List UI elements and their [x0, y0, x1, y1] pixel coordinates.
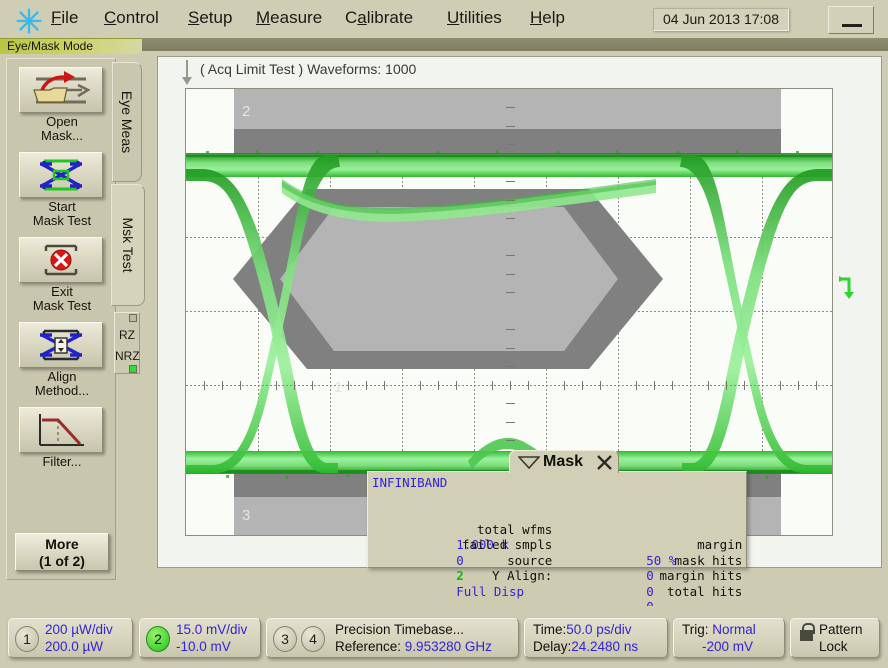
eye-mask-mode-tab[interactable]: Eye/Mask Mode — [0, 38, 142, 54]
start-mask-test-label-1: Start — [48, 199, 76, 214]
chevron-down-icon[interactable] — [517, 456, 541, 474]
tab-msk-test-label: Msk Test — [120, 217, 136, 273]
y-align-value: Full Disp — [456, 583, 524, 599]
status-bar: 1 200 µW/div 200.0 µW 2 15.0 mV/div -10.… — [0, 606, 888, 668]
tab-eye-meas[interactable]: Eye Meas — [112, 62, 142, 182]
menu-help[interactable]: Help — [530, 8, 565, 28]
reference-value: 9.953280 GHz — [404, 639, 492, 654]
minimize-icon — [842, 24, 862, 27]
padlock-icon — [800, 623, 815, 641]
align-method-label-2: Method... — [34, 383, 90, 398]
nrz-label: NRZ — [115, 349, 140, 363]
channel-marker-2: 2 — [242, 103, 251, 120]
channel-1-badge[interactable]: 1 — [15, 626, 39, 652]
more-label-1: More — [45, 536, 79, 552]
tab-eye-meas-label: Eye Meas — [119, 90, 135, 154]
channel-marker-1: 1 — [334, 379, 343, 396]
rz-option[interactable]: RZ — [115, 313, 139, 343]
channel-4-badge[interactable]: 4 — [301, 626, 325, 652]
time-value: 50.0 ps/div — [566, 622, 632, 637]
center-horizontal-axis — [186, 385, 832, 386]
tab-msk-test[interactable]: Msk Test — [111, 184, 145, 306]
more-label-2: (1 of 2) — [39, 553, 85, 569]
time-delay-box[interactable]: Time:50.0 ps/div Delay:24.2480 ns — [524, 618, 668, 658]
mask-panel-header[interactable]: Mask — [509, 450, 619, 473]
channel-1-offset: 200.0 µW — [45, 639, 104, 654]
acquisition-status-label: ( Acq Limit Test ) Waveforms: 1000 — [200, 61, 417, 77]
oscilloscope-app: File Control Setup Measure Calibrate Uti… — [0, 0, 888, 668]
delay-value: 24.2480 ns — [571, 639, 639, 654]
filter-label: Filter... — [42, 454, 82, 469]
align-method-eye-icon — [40, 329, 82, 361]
exit-mask-test-stop-icon — [44, 244, 78, 276]
nrz-option[interactable]: NRZ — [115, 343, 140, 373]
rz-led-icon — [129, 314, 137, 322]
pattern-lock-label-2: Lock — [819, 639, 848, 654]
agilent-star-icon — [14, 6, 44, 36]
rz-nrz-selector: RZ NRZ — [114, 312, 140, 374]
trig-level: -200 mV — [702, 639, 754, 654]
mode-ribbon-bar — [142, 38, 888, 51]
channel-1-scale: 200 µW/div — [45, 622, 113, 637]
align-method-button[interactable] — [19, 322, 103, 368]
pattern-lock-label-1: Pattern — [819, 622, 863, 637]
menu-calibrate[interactable]: Calibrate — [345, 8, 413, 28]
minimize-button[interactable] — [828, 6, 874, 34]
mask-panel-title: Mask — [543, 453, 584, 470]
exit-mask-test-label-1: Exit — [51, 284, 73, 299]
channel-2-offset: -10.0 mV — [176, 639, 231, 654]
trigger-position-arrow-icon — [180, 60, 194, 86]
total-hits-label: total hits — [667, 583, 743, 599]
start-mask-test-button[interactable] — [19, 152, 103, 198]
close-icon[interactable] — [597, 455, 612, 475]
trig-mode: Normal — [712, 622, 756, 637]
date-time-display: 04 Jun 2013 17:08 — [653, 8, 789, 31]
mask-results-panel: Mask INFINIBAND total wfms 1.000 k margi… — [367, 450, 747, 614]
time-label: Time: — [533, 622, 567, 637]
filter-button[interactable] — [19, 407, 103, 453]
timebase-box[interactable]: 3 4 Precision Timebase... Reference: 9.9… — [266, 618, 519, 658]
menu-control[interactable]: Control — [104, 8, 159, 28]
menu-bar: File Control Setup Measure Calibrate Uti… — [0, 0, 888, 40]
channel-2-box[interactable]: 2 15.0 mV/div -10.0 mV — [139, 618, 261, 658]
align-method-label-1: Align — [47, 369, 77, 384]
reference-label: Reference: — [335, 639, 405, 654]
trig-label: Trig: — [682, 622, 713, 637]
y-align-label: Y Align: — [492, 568, 553, 583]
start-mask-test-label-2: Mask Test — [32, 213, 92, 228]
open-mask-folder-icon — [33, 71, 91, 104]
eye-mask-mode-label: Eye/Mask Mode — [7, 39, 94, 53]
rz-label: RZ — [119, 328, 135, 342]
channel-1-box[interactable]: 1 200 µW/div 200.0 µW — [8, 618, 133, 658]
nrz-led-icon — [129, 365, 137, 373]
open-mask-label-1: Open — [46, 114, 78, 129]
menu-utilities[interactable]: Utilities — [447, 8, 502, 28]
channel-2-scale: 15.0 mV/div — [176, 622, 248, 637]
menu-file[interactable]: File — [51, 8, 78, 28]
pattern-lock-box[interactable]: Pattern Lock — [790, 618, 880, 658]
open-mask-label-2: Mask... — [41, 128, 83, 143]
menu-setup[interactable]: Setup — [188, 8, 232, 28]
channel-3-badge[interactable]: 3 — [273, 626, 297, 652]
left-tool-panel: Open Mask... Start Mask Test Exit Mask T… — [6, 58, 116, 580]
mask-results-content: INFINIBAND total wfms 1.000 k margin 50 … — [372, 475, 743, 614]
precision-timebase-label: Precision Timebase... — [335, 622, 465, 637]
channel-marker-3: 3 — [242, 507, 251, 524]
delay-label: Delay: — [533, 639, 572, 654]
trigger-box[interactable]: Trig: Normal -200 mV — [673, 618, 785, 658]
filter-response-icon — [39, 414, 84, 446]
mask-standard: INFINIBAND — [372, 475, 448, 490]
more-button[interactable]: More (1 of 2) — [15, 533, 109, 571]
channel-2-badge[interactable]: 2 — [146, 626, 170, 652]
start-mask-test-eye-icon — [40, 159, 82, 191]
open-mask-button[interactable] — [19, 67, 103, 113]
exit-mask-test-label-2: Mask Test — [32, 298, 92, 313]
menu-measure[interactable]: Measure — [256, 8, 322, 28]
exit-mask-test-button[interactable] — [19, 237, 103, 283]
channel-position-arrow-icon[interactable] — [837, 273, 855, 299]
